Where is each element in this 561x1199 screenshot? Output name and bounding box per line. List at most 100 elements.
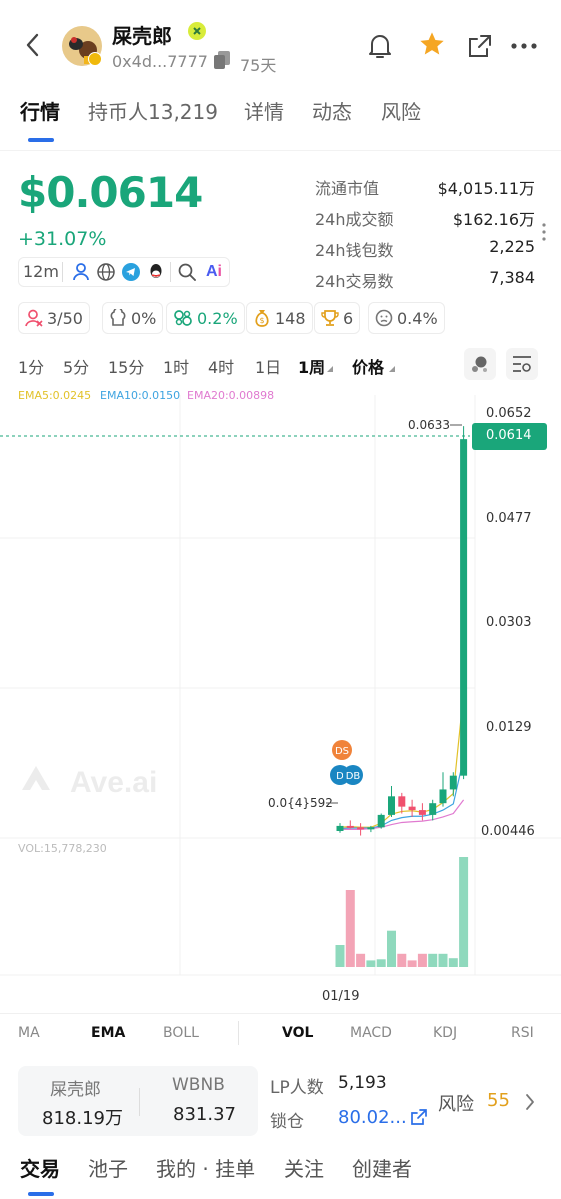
candle-body: [388, 796, 395, 815]
user-icon: [25, 309, 43, 327]
db-marker-text: DB: [346, 771, 361, 782]
star-icon[interactable]: [416, 28, 448, 60]
low-price-label: 0.0{4}592: [268, 796, 333, 810]
search-icon[interactable]: [176, 262, 198, 282]
pool-pair-label: WBNB: [172, 1075, 225, 1095]
indicator-boll[interactable]: BOLL: [163, 1025, 199, 1041]
badge-insiders[interactable]: 0.2%: [166, 302, 245, 334]
tab-market[interactable]: 行情: [20, 96, 60, 125]
indicator-style-icon[interactable]: [464, 348, 496, 380]
tab-risk[interactable]: 风险: [381, 96, 421, 125]
timeframe-4h[interactable]: 4时: [208, 354, 234, 378]
indicator-macd[interactable]: MACD: [350, 1025, 392, 1041]
db-marker[interactable]: DB: [343, 765, 363, 785]
price-chart[interactable]: Ave.ai 0.0633 0.0{4}592 DS D DB: [0, 395, 561, 1015]
tab-divider: [0, 150, 561, 151]
price-tick-4: 0.0129: [486, 720, 532, 735]
external-link-icon[interactable]: [408, 1106, 430, 1128]
chart-grid: [0, 395, 561, 976]
stat-label-market-cap: 流通市值: [315, 179, 380, 198]
risk-label[interactable]: 风险: [438, 1090, 474, 1116]
pool-card-sep: [139, 1088, 140, 1116]
more-icon[interactable]: [508, 30, 540, 62]
timeframe-1d[interactable]: 1日: [255, 354, 281, 378]
badge-value: 6: [343, 308, 354, 328]
token-address[interactable]: 0x4d...7777: [112, 52, 208, 71]
lock-value[interactable]: 80.02...: [338, 1107, 407, 1128]
pool-pair-amount: 831.37: [173, 1104, 236, 1125]
volume-bar: [397, 953, 407, 967]
candle: [377, 813, 385, 829]
volume-bars: [335, 857, 469, 967]
stats-more-icon[interactable]: [538, 220, 550, 244]
tab-holders[interactable]: 持币人13,219: [88, 96, 218, 125]
pool-token-amount: 818.19万: [42, 1108, 123, 1129]
badge-bundles[interactable]: 0.4%: [368, 302, 445, 334]
candle: [460, 426, 468, 780]
lock-label: 锁仓: [270, 1112, 304, 1132]
chart-settings-icon[interactable]: [506, 348, 538, 380]
timeframe-5m[interactable]: 5分: [63, 354, 89, 378]
chef-hat-icon: [110, 309, 126, 326]
bottom-tab-my-orders[interactable]: 我的 · 挂单: [156, 1153, 255, 1182]
badge-holders-count[interactable]: $ 148: [246, 302, 313, 334]
tab-activity[interactable]: 动态: [312, 96, 352, 125]
verified-icon: [188, 22, 206, 40]
d-marker-text: D: [336, 771, 344, 782]
risk-score[interactable]: 55: [487, 1090, 510, 1111]
qq-icon[interactable]: [145, 262, 167, 282]
badge-value: 0%: [131, 308, 157, 328]
timeframe-1m[interactable]: 1分: [18, 354, 44, 378]
indicator-sep: [238, 1021, 239, 1045]
candle: [429, 799, 437, 821]
price-change: +31.07%: [18, 228, 107, 250]
candle: [439, 772, 447, 807]
person-icon[interactable]: [70, 262, 92, 282]
price-type-select[interactable]: 价格: [352, 354, 384, 378]
volume-bar: [376, 959, 386, 967]
candle-body: [367, 827, 375, 830]
timeframe-1w[interactable]: 1周: [298, 354, 325, 378]
candle: [336, 823, 344, 833]
candle-body: [418, 810, 426, 815]
badge-top[interactable]: 6: [314, 302, 361, 334]
volume-bar: [407, 960, 417, 967]
badge-value: 0.2%: [197, 308, 238, 328]
volume-bar: [356, 953, 366, 967]
candle-body: [336, 825, 344, 831]
indicator-ma[interactable]: MA: [18, 1025, 40, 1041]
badge-dev-hold[interactable]: 0%: [102, 302, 164, 334]
bottom-tab-creator[interactable]: 创建者: [352, 1153, 412, 1182]
chip-sep-2: [170, 262, 171, 282]
candle: [408, 799, 416, 817]
globe-icon[interactable]: [95, 262, 117, 282]
bottom-tab-trades[interactable]: 交易: [20, 1153, 60, 1182]
timeframe-1h[interactable]: 1时: [163, 354, 189, 378]
bottom-tab-following[interactable]: 关注: [284, 1153, 324, 1182]
timeframe-15m[interactable]: 15分: [108, 354, 144, 378]
candle-body: [408, 806, 416, 811]
bottom-tab-indicator: [28, 1192, 54, 1196]
bottom-tab-pools[interactable]: 池子: [88, 1153, 128, 1182]
badge-snipers[interactable]: 3/50: [18, 302, 90, 334]
telegram-icon[interactable]: [120, 262, 142, 282]
badge-value: 148: [275, 308, 306, 328]
ds-marker[interactable]: DS: [332, 740, 352, 760]
stat-label-wallets: 24h钱包数: [315, 241, 394, 260]
dropdown-arrow-icon: [327, 366, 333, 372]
indicator-rsi[interactable]: RSI: [511, 1025, 534, 1041]
ai-icon[interactable]: Ai: [201, 261, 227, 283]
chip-sep: [62, 262, 63, 282]
indicator-ema[interactable]: EMA: [91, 1025, 125, 1041]
copy-icon[interactable]: [212, 50, 232, 70]
indicator-kdj[interactable]: KDJ: [433, 1025, 457, 1041]
candle-body: [346, 825, 354, 828]
back-icon[interactable]: [18, 30, 46, 60]
candle-body: [398, 796, 406, 807]
chevron-right-icon[interactable]: [520, 1090, 540, 1114]
indicator-vol[interactable]: VOL: [282, 1025, 313, 1041]
tab-details[interactable]: 详情: [244, 96, 284, 125]
share-icon[interactable]: [464, 30, 496, 62]
bell-icon[interactable]: [364, 30, 396, 62]
money-bag-icon: $: [255, 310, 269, 327]
